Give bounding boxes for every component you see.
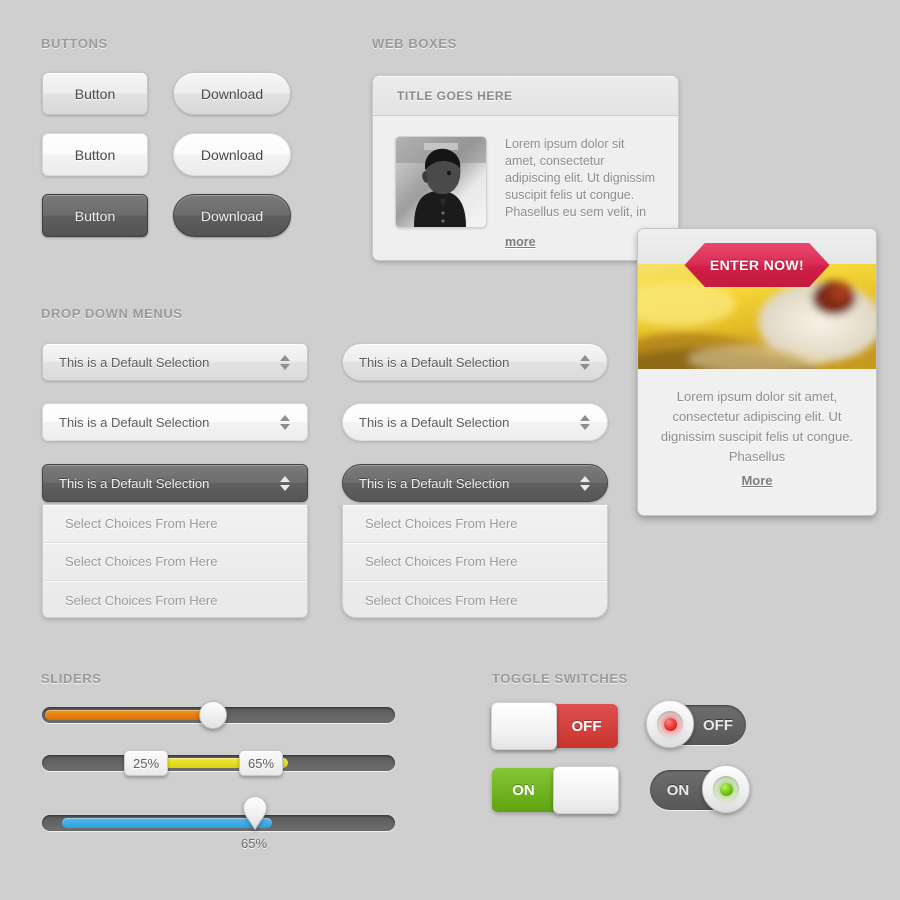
- dropdown-square-hover[interactable]: This is a Default Selection: [42, 403, 308, 441]
- web-box-more-link[interactable]: more: [505, 235, 536, 249]
- dropdown-square-normal[interactable]: This is a Default Selection: [42, 343, 308, 381]
- promo-card-paragraph: Lorem ipsum dolor sit amet, consectetur …: [660, 389, 854, 464]
- slider-range-min-bubble[interactable]: 25%: [124, 750, 168, 776]
- dropdown-selected-label: This is a Default Selection: [59, 354, 210, 370]
- web-box-thumbnail: [395, 136, 487, 228]
- web-box-body: Lorem ipsum dolor sit amet, consectetur …: [373, 116, 678, 260]
- dropdown-rounded-normal[interactable]: This is a Default Selection: [342, 343, 608, 381]
- web-box-paragraph: Lorem ipsum dolor sit amet, consectetur …: [505, 137, 656, 219]
- toggle-rect-off-label: OFF: [571, 717, 602, 735]
- web-box-title: TITLE GOES HERE: [397, 88, 513, 103]
- slider-blue-handle[interactable]: [242, 796, 268, 830]
- chevron-up-down-icon: [579, 475, 591, 491]
- promo-card: ENTER NOW! Lorem ipsum dolor sit amet, c…: [637, 228, 877, 516]
- button-rounded-hover[interactable]: Download: [173, 133, 291, 176]
- ui-kit-canvas: BUTTONS Button Download Button Download …: [0, 0, 900, 900]
- dropdown-option[interactable]: Select Choices From Here: [43, 505, 307, 543]
- toggle-rect-on-handle[interactable]: [553, 766, 619, 814]
- slider-range-track[interactable]: [42, 755, 395, 771]
- button-rounded-normal[interactable]: Download: [173, 72, 291, 115]
- slider-blue-fill: [62, 818, 272, 828]
- dropdown-option[interactable]: Select Choices From Here: [343, 543, 607, 581]
- web-box-card: TITLE GOES HERE Lorem ipsum dolor sit am…: [372, 75, 679, 261]
- chevron-up-down-icon: [579, 414, 591, 430]
- toggle-pill-off-handle[interactable]: [646, 700, 694, 748]
- button-square-hover[interactable]: Button: [42, 133, 148, 176]
- button-rounded-active[interactable]: Download: [173, 194, 291, 237]
- dropdown-square-option-list: Select Choices From Here Select Choices …: [42, 504, 308, 618]
- slider-orange-fill: [45, 710, 209, 720]
- chevron-up-down-icon: [279, 354, 291, 370]
- dropdown-square-open[interactable]: This is a Default Selection: [42, 464, 308, 502]
- section-title-sliders: SLIDERS: [41, 671, 102, 686]
- toggle-pill-off[interactable]: OFF: [646, 700, 746, 748]
- web-box-header: TITLE GOES HERE: [373, 76, 678, 116]
- dropdown-option[interactable]: Select Choices From Here: [343, 581, 607, 617]
- section-title-buttons: BUTTONS: [41, 36, 108, 51]
- toggle-rect-off[interactable]: OFF: [491, 702, 618, 750]
- dropdown-rounded-open[interactable]: This is a Default Selection: [342, 464, 608, 502]
- dropdown-rounded-option-list: Select Choices From Here Select Choices …: [342, 504, 608, 618]
- dropdown-selected-label: This is a Default Selection: [59, 475, 210, 491]
- toggle-pill-on-handle[interactable]: [702, 765, 750, 813]
- web-box-text-block: Lorem ipsum dolor sit amet, consectetur …: [505, 136, 656, 251]
- chevron-up-down-icon: [279, 475, 291, 491]
- toggle-rect-on[interactable]: ON: [492, 766, 619, 814]
- section-title-drop-downs: DROP DOWN MENUS: [41, 306, 183, 321]
- section-title-toggles: TOGGLE SWITCHES: [492, 671, 628, 686]
- section-title-web-boxes: WEB BOXES: [372, 36, 457, 51]
- led-green-icon: [713, 776, 739, 802]
- button-square-normal[interactable]: Button: [42, 72, 148, 115]
- toggle-pill-on[interactable]: ON: [650, 765, 750, 813]
- slider-orange-handle[interactable]: [199, 701, 227, 729]
- slider-blue-track[interactable]: [42, 815, 395, 831]
- dropdown-selected-label: This is a Default Selection: [359, 475, 510, 491]
- dropdown-rounded-hover[interactable]: This is a Default Selection: [342, 403, 608, 441]
- led-red-icon: [657, 711, 683, 737]
- dropdown-option[interactable]: Select Choices From Here: [43, 581, 307, 617]
- dropdown-option[interactable]: Select Choices From Here: [43, 543, 307, 581]
- toggle-rect-off-handle[interactable]: [491, 702, 557, 750]
- dropdown-selected-label: This is a Default Selection: [359, 414, 510, 430]
- toggle-rect-on-label: ON: [512, 781, 535, 799]
- chevron-up-down-icon: [579, 354, 591, 370]
- dropdown-selected-label: This is a Default Selection: [359, 354, 510, 370]
- dropdown-selected-label: This is a Default Selection: [59, 414, 210, 430]
- button-square-active[interactable]: Button: [42, 194, 148, 237]
- slider-blue-value-label: 65%: [241, 836, 268, 851]
- dropdown-option[interactable]: Select Choices From Here: [343, 505, 607, 543]
- slider-range-max-bubble[interactable]: 65%: [239, 750, 283, 776]
- chevron-up-down-icon: [279, 414, 291, 430]
- enter-now-button[interactable]: ENTER NOW!: [684, 243, 830, 287]
- promo-card-body: Lorem ipsum dolor sit amet, consectetur …: [638, 369, 876, 506]
- promo-card-more-link[interactable]: More: [741, 473, 772, 488]
